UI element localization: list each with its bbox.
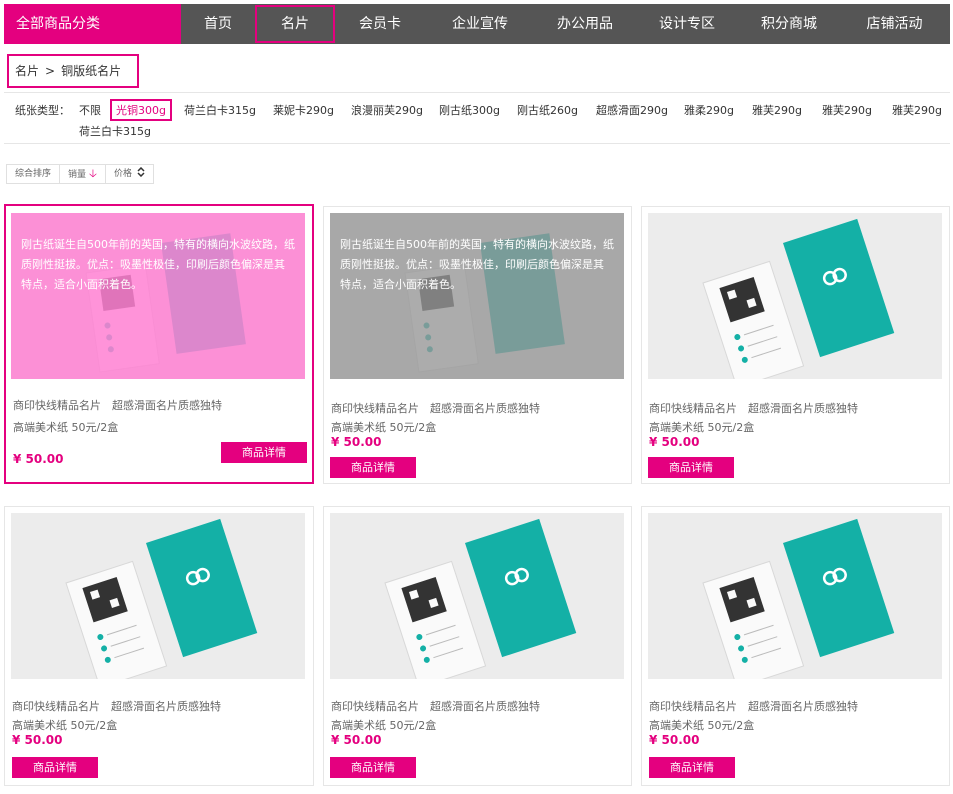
breadcrumb: 名片 > 铜版纸名片 <box>7 54 139 88</box>
sort-bar: 综合排序 销量 🡣 价格 <box>6 164 154 184</box>
product-spec: 高端美术纸 50元/2盒 <box>13 421 119 434</box>
product-detail-button[interactable]: 商品详情 <box>649 757 735 778</box>
filter-option[interactable]: 莱妮卡290g <box>273 102 334 118</box>
product-overlay-description: 刚古纸诞生自500年前的英国，特有的横向水波纹路，纸质刚性挺拔。优点：吸墨性极佳… <box>11 213 305 379</box>
filter-label: 纸张类型： <box>15 104 70 117</box>
product-detail-button[interactable]: 商品详情 <box>12 757 98 778</box>
product-spec: 高端美术纸 50元/2盒 <box>12 719 118 732</box>
filter-option[interactable]: 荷兰白卡315g <box>79 123 151 139</box>
business-card-mockup <box>648 513 942 679</box>
filter-option[interactable]: 荷兰白卡315g <box>184 102 256 118</box>
sort-price[interactable]: 价格 <box>106 165 153 183</box>
product-title[interactable]: 商印快线精品名片 超感滑面名片质感独特 <box>331 400 540 416</box>
sort-comprehensive[interactable]: 综合排序 <box>7 165 61 183</box>
nav-item-office-supplies[interactable]: 办公用品 <box>535 4 635 44</box>
sort-comprehensive-label: 综合排序 <box>15 169 52 179</box>
product-card[interactable]: 刚古纸诞生自500年前的英国，特有的横向水波纹路，纸质刚性挺拔。优点：吸墨性极佳… <box>4 204 314 484</box>
product-card[interactable]: 商印快线精品名片 超感滑面名片质感独特 高端美术纸 50元/2盒 ¥ 50.00… <box>641 506 950 786</box>
nav-item-points-mall[interactable]: 积分商城 <box>739 4 839 44</box>
breadcrumb-item-business-card[interactable]: 名片 <box>15 64 39 78</box>
product-price: ¥ 50.00 <box>649 733 700 747</box>
product-image[interactable] <box>648 213 942 379</box>
product-detail-button[interactable]: 商品详情 <box>648 457 734 478</box>
filter-option[interactable]: 刚古纸300g <box>439 102 500 118</box>
nav-item-corporate-promo[interactable]: 企业宣传 <box>425 4 535 44</box>
updown-icon <box>137 166 145 178</box>
nav-item-business-card[interactable]: 名片 <box>255 5 335 43</box>
filter-option[interactable]: 超感滑面290g <box>596 102 668 118</box>
sort-price-label: 价格 <box>113 169 132 179</box>
filter-option[interactable]: 浪漫丽芙290g <box>351 102 423 118</box>
filter-option-selected[interactable]: 光铜300g <box>110 99 172 121</box>
nav-items: 首页 名片 会员卡 企业宣传 办公用品 设计专区 积分商城 店铺活动 <box>181 4 950 44</box>
divider <box>4 143 950 144</box>
product-spec: 高端美术纸 50元/2盒 <box>649 719 755 732</box>
product-title[interactable]: 商印快线精品名片 超感滑面名片质感独特 <box>649 400 858 416</box>
product-image[interactable] <box>11 513 305 679</box>
business-card-mockup <box>11 513 305 679</box>
product-title[interactable]: 商印快线精品名片 超感滑面名片质感独特 <box>649 698 858 714</box>
product-price: ¥ 50.00 <box>331 435 382 449</box>
all-categories-button[interactable]: 全部商品分类 <box>4 4 181 44</box>
product-price: ¥ 50.00 <box>649 435 700 449</box>
sort-sales-label: 销量 <box>68 170 87 180</box>
product-overlay-description: 刚古纸诞生自500年前的英国，特有的横向水波纹路，纸质刚性挺拔。优点：吸墨性极佳… <box>330 213 624 379</box>
product-image[interactable]: 刚古纸诞生自500年前的英国，特有的横向水波纹路，纸质刚性挺拔。优点：吸墨性极佳… <box>11 213 305 379</box>
product-price: ¥ 50.00 <box>331 733 382 747</box>
filter-option[interactable]: 雅芙290g <box>752 102 802 118</box>
filter-option[interactable]: 雅芙290g <box>892 102 942 118</box>
nav-item-home[interactable]: 首页 <box>181 4 255 44</box>
product-title[interactable]: 商印快线精品名片 超感滑面名片质感独特 <box>13 397 222 413</box>
product-image[interactable] <box>330 513 624 679</box>
product-detail-button[interactable]: 商品详情 <box>221 442 307 463</box>
filter-option[interactable]: 刚古纸260g <box>517 102 578 118</box>
product-spec: 高端美术纸 50元/2盒 <box>331 719 437 732</box>
product-card[interactable]: 刚古纸诞生自500年前的英国，特有的横向水波纹路，纸质刚性挺拔。优点：吸墨性极佳… <box>323 206 632 484</box>
divider <box>4 92 950 93</box>
product-image[interactable] <box>648 513 942 679</box>
product-card[interactable]: 商印快线精品名片 超感滑面名片质感独特 高端美术纸 50元/2盒 ¥ 50.00… <box>641 206 950 484</box>
top-nav: 全部商品分类 首页 名片 会员卡 企业宣传 办公用品 设计专区 积分商城 店铺活… <box>4 4 950 44</box>
filter-option[interactable]: 不限 <box>79 102 101 118</box>
business-card-mockup <box>648 213 942 379</box>
product-price: ¥ 50.00 <box>12 733 63 747</box>
filter-option[interactable]: 雅芙290g <box>822 102 872 118</box>
product-detail-button[interactable]: 商品详情 <box>330 457 416 478</box>
product-card[interactable]: 商印快线精品名片 超感滑面名片质感独特 高端美术纸 50元/2盒 ¥ 50.00… <box>323 506 632 786</box>
product-image[interactable]: 刚古纸诞生自500年前的英国，特有的横向水波纹路，纸质刚性挺拔。优点：吸墨性极佳… <box>330 213 624 379</box>
nav-item-design-zone[interactable]: 设计专区 <box>635 4 739 44</box>
sort-sales[interactable]: 销量 🡣 <box>60 165 106 183</box>
product-spec: 高端美术纸 50元/2盒 <box>331 421 437 434</box>
product-detail-button[interactable]: 商品详情 <box>330 757 416 778</box>
product-title[interactable]: 商印快线精品名片 超感滑面名片质感独特 <box>12 698 221 714</box>
product-title[interactable]: 商印快线精品名片 超感滑面名片质感独特 <box>331 698 540 714</box>
product-price: ¥ 50.00 <box>13 452 64 466</box>
filter-option[interactable]: 雅柔290g <box>684 102 734 118</box>
product-card[interactable]: 商印快线精品名片 超感滑面名片质感独特 高端美术纸 50元/2盒 ¥ 50.00… <box>4 506 314 786</box>
nav-item-member-card[interactable]: 会员卡 <box>335 4 425 44</box>
nav-item-store-events[interactable]: 店铺活动 <box>839 4 950 44</box>
down-arrow-icon: 🡣 <box>89 167 97 180</box>
product-spec: 高端美术纸 50元/2盒 <box>649 421 755 434</box>
business-card-mockup <box>330 513 624 679</box>
breadcrumb-item-coated-paper[interactable]: 铜版纸名片 <box>61 64 121 78</box>
breadcrumb-separator: > <box>45 64 56 78</box>
